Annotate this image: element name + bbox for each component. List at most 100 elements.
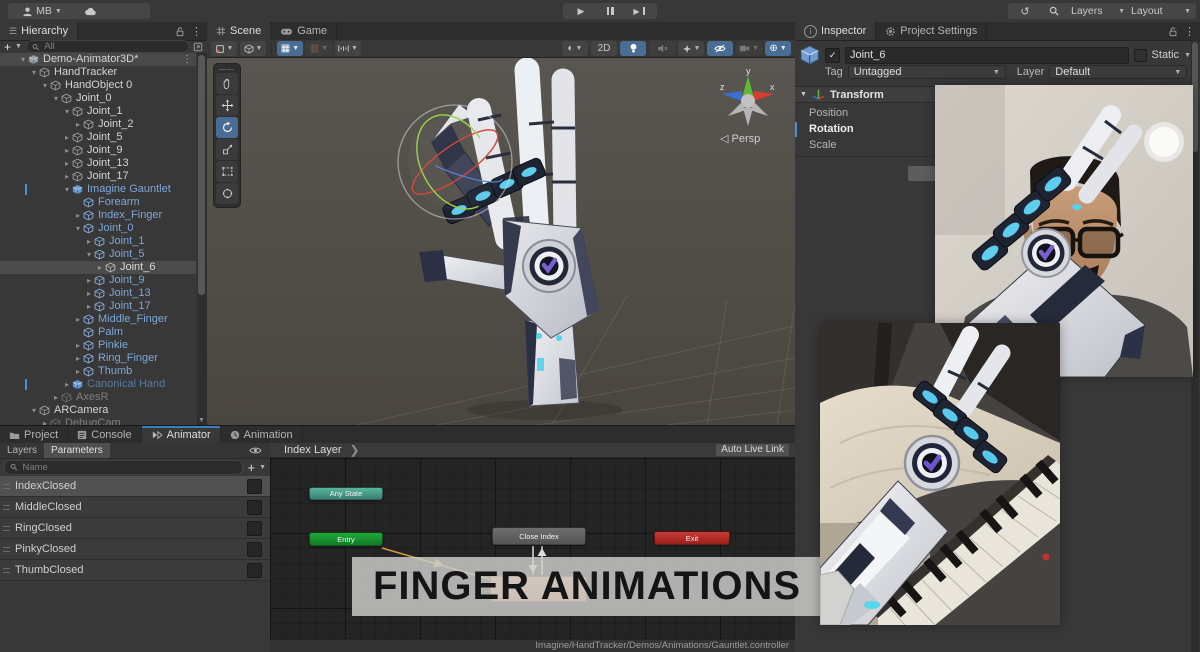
effects-button[interactable]: ▼: [678, 41, 704, 56]
foldout-arrow[interactable]: ▸: [84, 287, 94, 300]
tab-animator[interactable]: Animator: [142, 426, 221, 444]
active-checkbox[interactable]: ✓: [825, 48, 840, 63]
foldout-arrow[interactable]: ▾: [62, 183, 72, 196]
chevron-down-icon[interactable]: ▼: [15, 43, 22, 50]
rotate-tool-button[interactable]: [216, 117, 238, 138]
foldout-arrow[interactable]: ▸: [95, 261, 105, 274]
orientation-gizmo[interactable]: y x z: [712, 64, 784, 132]
drag-handle-icon[interactable]: [3, 484, 10, 489]
foldout-arrow[interactable]: ▸: [62, 157, 72, 170]
hierarchy-item-joint-0[interactable]: ▾Joint_0: [0, 92, 196, 105]
foldout-arrow[interactable]: ▸: [62, 170, 72, 183]
kebab-menu-icon[interactable]: ⋮: [1184, 25, 1195, 38]
bool-parameter-checkbox[interactable]: [247, 563, 262, 578]
foldout-arrow[interactable]: ▸: [84, 300, 94, 313]
account-button[interactable]: MB ▼: [8, 3, 76, 19]
tab-project[interactable]: Project: [0, 426, 68, 444]
gameobject-name-field[interactable]: [845, 47, 1129, 64]
add-object-button[interactable]: +: [4, 42, 11, 52]
bool-parameter-checkbox[interactable]: [247, 479, 262, 494]
gizmos-button[interactable]: ⊕▼: [765, 41, 791, 56]
tab-game[interactable]: Game: [271, 22, 337, 40]
hierarchy-item-joint-13[interactable]: ▸Joint_13: [0, 157, 196, 170]
inspector-button-fragment[interactable]: [908, 166, 936, 181]
foldout-arrow[interactable]: ▾: [40, 79, 50, 92]
snap-button[interactable]: ▥▼: [306, 41, 332, 56]
hierarchy-item-axesr[interactable]: ▸AxesR: [0, 391, 196, 404]
transform-rotation-label[interactable]: Rotation: [809, 121, 854, 137]
x-axis-cone[interactable]: [754, 91, 774, 101]
foldout-arrow[interactable]: ▾: [29, 66, 39, 79]
hierarchy-item-joint-17[interactable]: ▸Joint_17: [0, 170, 196, 183]
foldout-arrow[interactable]: ▾: [62, 105, 72, 118]
foldout-arrow[interactable]: ▸: [73, 339, 83, 352]
layer-dropdown[interactable]: Default▼: [1049, 65, 1187, 79]
tab-console[interactable]: Console: [68, 426, 141, 444]
hierarchy-item-arcamera[interactable]: ▾ARCamera: [0, 404, 196, 417]
eye-icon[interactable]: [249, 446, 262, 455]
scene-picker-icon[interactable]: [193, 42, 203, 52]
foldout-arrow[interactable]: ▸: [73, 352, 83, 365]
move-tool-button[interactable]: [216, 95, 238, 116]
hierarchy-item-imagine-gauntlet[interactable]: ▾Imagine Gauntlet: [0, 183, 196, 196]
layers-dropdown[interactable]: Layers▼: [1066, 3, 1130, 19]
foldout-arrow[interactable]: ▸: [62, 378, 72, 391]
tab-project-settings[interactable]: Project Settings: [876, 22, 987, 40]
hierarchy-item-joint-2[interactable]: ▸Joint_2: [0, 118, 196, 131]
hierarchy-item-joint-0[interactable]: ▾Joint_0: [0, 222, 196, 235]
scroll-down-arrow-icon[interactable]: ▼: [198, 417, 205, 424]
bool-parameter-checkbox[interactable]: [247, 521, 262, 536]
tab-inspector[interactable]: i Inspector: [795, 22, 876, 40]
parameters-toggle[interactable]: Parameters: [44, 443, 110, 458]
hierarchy-item-joint-9[interactable]: ▸Joint_9: [0, 274, 196, 287]
hierarchy-item-demo-animator3d-[interactable]: ▾Demo-Animator3D*⋮: [0, 53, 196, 66]
hierarchy-item-pinkie[interactable]: ▸Pinkie: [0, 339, 196, 352]
chevron-down-icon[interactable]: ▼: [259, 464, 266, 471]
hierarchy-item-index-finger[interactable]: ▸Index_Finger: [0, 209, 196, 222]
parameter-row-pinkyclosed[interactable]: PinkyClosed: [0, 539, 270, 560]
foldout-arrow[interactable]: ▸: [62, 131, 72, 144]
parameter-row-ringclosed[interactable]: RingClosed: [0, 518, 270, 539]
hierarchy-item-joint-1[interactable]: ▾Joint_1: [0, 105, 196, 118]
parameter-search-input[interactable]: [20, 461, 237, 474]
hierarchy-search-input[interactable]: [42, 40, 183, 53]
layout-dropdown[interactable]: Layout▼: [1126, 3, 1196, 19]
tool-settings-button[interactable]: ▼: [211, 41, 237, 56]
scene-visibility-button[interactable]: [707, 41, 733, 56]
foldout-arrow[interactable]: ▾: [29, 404, 39, 417]
foldout-arrow[interactable]: ▸: [73, 209, 83, 222]
shading-mode-button[interactable]: ◐▼: [562, 41, 588, 56]
hierarchy-item-joint-6[interactable]: ▸Joint_6: [0, 261, 196, 274]
breadcrumb[interactable]: Index Layer: [284, 444, 341, 456]
lighting-toggle-button[interactable]: [620, 41, 646, 56]
layers-toggle[interactable]: Layers: [0, 443, 44, 458]
hierarchy-item-debugcam[interactable]: ▸DebugCam: [0, 417, 196, 425]
2d-toggle-button[interactable]: 2D: [591, 41, 617, 56]
camera-overlay-button[interactable]: ▼: [736, 41, 762, 56]
auto-live-link-button[interactable]: Auto Live Link: [716, 444, 789, 456]
hierarchy-item-joint-13[interactable]: ▸Joint_13: [0, 287, 196, 300]
rect-tool-button[interactable]: [216, 161, 238, 182]
hierarchy-item-forearm[interactable]: Forearm: [0, 196, 196, 209]
blank-toolbar-button[interactable]: [104, 3, 150, 19]
scene-viewport[interactable]: ——: [207, 58, 795, 425]
drag-handle-icon[interactable]: [3, 568, 10, 573]
parameter-row-thumbclosed[interactable]: ThumbClosed: [0, 560, 270, 581]
transform-scale-label[interactable]: Scale: [809, 137, 837, 153]
lock-icon[interactable]: [1168, 26, 1178, 37]
bool-parameter-checkbox[interactable]: [247, 500, 262, 515]
hierarchy-item-joint-5[interactable]: ▾Joint_5: [0, 248, 196, 261]
foldout-arrow[interactable]: ▾: [73, 222, 83, 235]
parameter-search[interactable]: [4, 460, 243, 475]
hierarchy-item-handobject-0[interactable]: ▾HandObject 0: [0, 79, 196, 92]
scrollbar-thumb[interactable]: [198, 55, 205, 295]
hierarchy-item-joint-9[interactable]: ▸Joint_9: [0, 144, 196, 157]
hierarchy-item-canonical-hand[interactable]: ▸Canonical Hand: [0, 378, 196, 391]
state-node-exit[interactable]: Exit: [654, 531, 730, 545]
foldout-arrow[interactable]: ▾: [18, 53, 28, 66]
foldout-arrow[interactable]: ▸: [73, 313, 83, 326]
tab-scene[interactable]: Scene: [207, 22, 271, 40]
palette-drag-handle[interactable]: ——: [216, 66, 238, 72]
foldout-arrow[interactable]: ▾: [84, 248, 94, 261]
tab-hierarchy[interactable]: ☰ Hierarchy: [0, 22, 78, 40]
